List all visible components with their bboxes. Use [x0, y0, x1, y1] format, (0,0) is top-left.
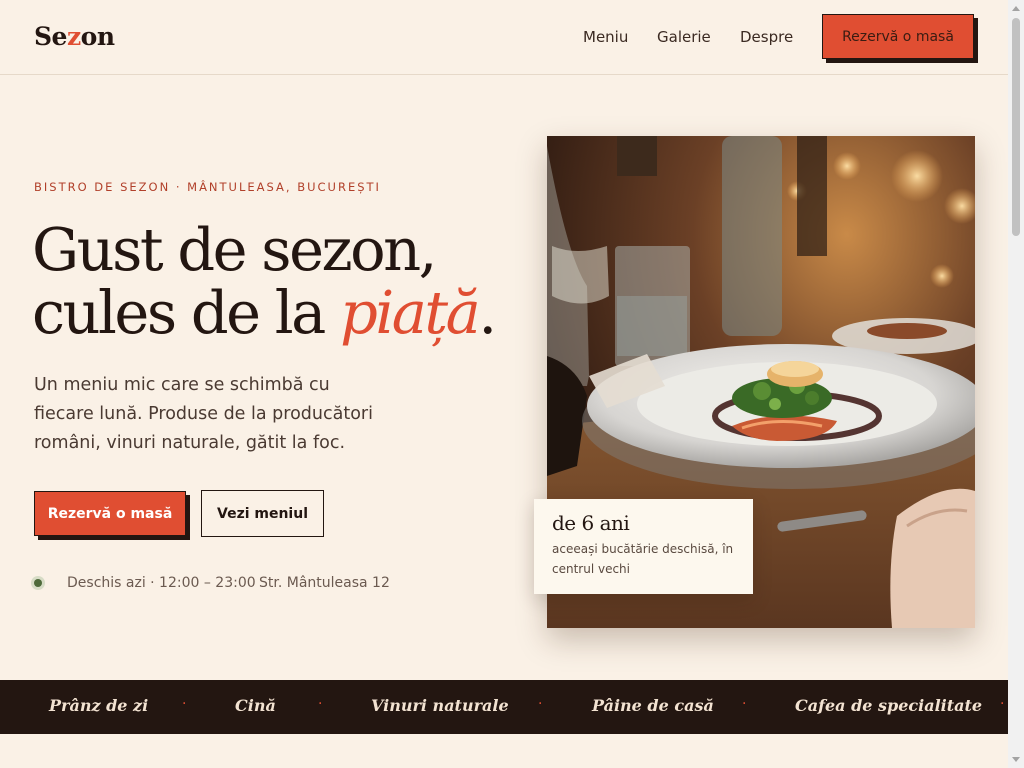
marquee-item: Cină: [235, 696, 276, 715]
hero-title-line1: Gust de sezon,: [32, 215, 437, 284]
open-status-icon: [31, 576, 45, 590]
marquee-separator-icon: ·: [318, 696, 323, 712]
hero-description: Un meniu mic care se schimbă cu fiecare …: [34, 375, 373, 453]
logo-accent: z: [66, 22, 81, 51]
marquee-separator-icon: ·: [538, 696, 543, 712]
badge-title: de 6 ani: [552, 511, 630, 535]
view-menu-button[interactable]: Vezi meniul: [201, 490, 324, 537]
nav-link-despre[interactable]: Despre: [740, 28, 793, 46]
logo-suffix: on: [80, 22, 115, 51]
offerings-marquee: Prânz de zi · Cină · Vinuri naturale · P…: [0, 680, 1008, 734]
site-header: Sezon Meniu Galerie Despre Rezervă o mas…: [0, 0, 1008, 75]
badge-subtitle: aceeași bucătărie deschisă, în centrul v…: [552, 542, 734, 576]
marquee-separator-icon: ·: [1000, 696, 1005, 712]
nav-link-galerie[interactable]: Galerie: [657, 28, 711, 46]
scroll-thumb[interactable]: [1012, 18, 1020, 236]
scroll-up-arrow-icon[interactable]: [1012, 6, 1020, 11]
hero-title: Gust de sezon, cules de la piață.: [32, 218, 512, 344]
address: Str. Mântuleasa 12: [259, 575, 390, 591]
opening-hours: Deschis azi · 12:00 – 23:00: [67, 575, 256, 591]
header-reserve-button[interactable]: Rezervă o masă: [822, 14, 974, 59]
page-scrollbar[interactable]: [1008, 0, 1024, 768]
scroll-down-arrow-icon[interactable]: [1012, 757, 1020, 762]
logo[interactable]: Sezon: [34, 22, 115, 51]
hero-reserve-button[interactable]: Rezervă o masă: [34, 491, 186, 536]
years-badge: de 6 ani aceeași bucătărie deschisă, în …: [534, 499, 753, 594]
nav-link-meniu[interactable]: Meniu: [583, 28, 628, 46]
marquee-item: Cafea de specialitate: [795, 696, 983, 715]
marquee-separator-icon: ·: [182, 696, 187, 712]
marquee-item: Vinuri naturale: [371, 696, 509, 715]
hero-eyebrow: BISTRO DE SEZON · MÂNTULEASA, BUCUREȘTI: [34, 180, 381, 194]
logo-prefix: Se: [34, 22, 67, 51]
hero-title-line2: cules de la piață.: [32, 278, 497, 347]
marquee-item: Prânz de zi: [49, 696, 149, 715]
marquee-separator-icon: ·: [742, 696, 747, 712]
hero-title-end: .: [478, 278, 497, 347]
marquee-item: Pâine de casă: [592, 696, 714, 715]
hero-title-emphasis: piață: [340, 278, 481, 347]
